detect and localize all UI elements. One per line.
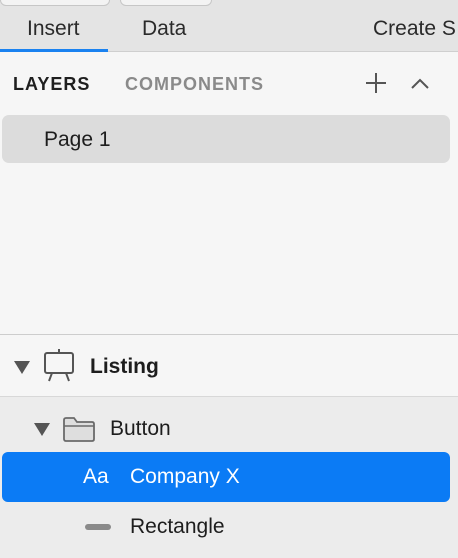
layer-label-button: Button	[110, 417, 171, 440]
layer-row-company-x[interactable]: Aa Company X	[2, 452, 450, 502]
disclosure-triangle-icon[interactable]	[13, 359, 31, 375]
plus-icon[interactable]	[361, 68, 391, 98]
folder-icon	[63, 417, 95, 442]
page-item-page-1[interactable]: Page 1	[2, 115, 450, 163]
text-layer-icon: Aa	[83, 465, 109, 488]
layer-label-listing: Listing	[90, 355, 159, 378]
disclosure-triangle-icon[interactable]	[33, 421, 51, 437]
layer-row-button[interactable]: Button	[0, 403, 458, 453]
toolbar-button-frame	[120, 0, 212, 6]
tab-components[interactable]: COMPONENTS	[125, 73, 264, 95]
sketch-inspector-panel: Insert Data Create S LAYERS COMPONENTS P…	[0, 0, 458, 558]
artboard-icon	[44, 349, 74, 382]
toolbar-button-frame	[0, 0, 110, 6]
toolbar: Insert Data Create S	[0, 0, 458, 52]
layer-label-rectangle: Rectangle	[130, 515, 225, 538]
page-item-label: Page 1	[44, 128, 111, 151]
rectangle-icon	[85, 524, 111, 530]
layer-row-listing[interactable]: Listing	[0, 335, 458, 397]
artboard-children: Button Aa Company X Rectangle	[0, 397, 458, 558]
layer-tree: Listing Button Aa Company X Rectangle	[0, 335, 458, 558]
pages-list: Page 1	[0, 112, 458, 334]
layer-row-rectangle[interactable]: Rectangle	[0, 503, 458, 553]
chevron-up-icon[interactable]	[405, 68, 435, 98]
tab-insert[interactable]: Insert	[27, 16, 80, 42]
layer-label-company-x: Company X	[130, 465, 240, 488]
tab-data[interactable]: Data	[142, 16, 186, 42]
tab-create-symbol[interactable]: Create S	[373, 16, 456, 42]
tab-layers[interactable]: LAYERS	[13, 73, 90, 95]
layers-panel-header: LAYERS COMPONENTS	[0, 52, 458, 112]
